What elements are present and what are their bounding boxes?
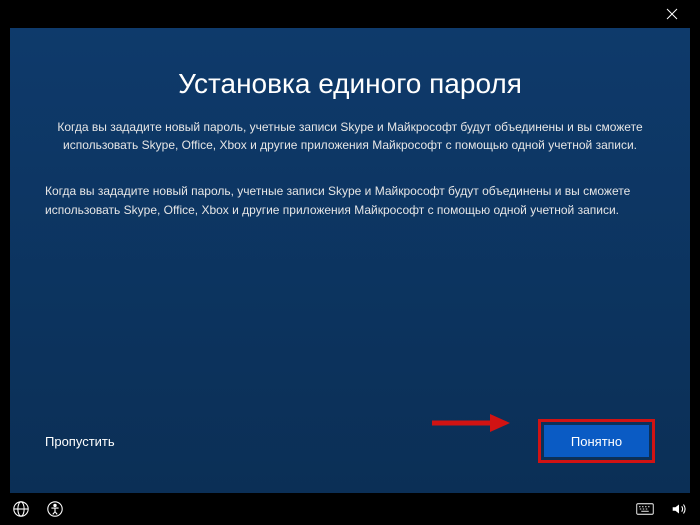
close-button[interactable] xyxy=(652,0,692,28)
skip-button[interactable]: Пропустить xyxy=(45,434,115,449)
keyboard-icon xyxy=(636,500,654,518)
language-button[interactable] xyxy=(12,500,30,518)
accessibility-button[interactable] xyxy=(46,500,64,518)
close-icon xyxy=(666,8,678,20)
accessibility-icon xyxy=(46,500,64,518)
action-row: Пропустить Понятно xyxy=(40,419,660,473)
taskbar xyxy=(0,493,700,525)
globe-icon xyxy=(12,500,30,518)
volume-icon xyxy=(670,500,688,518)
volume-button[interactable] xyxy=(670,500,688,518)
titlebar xyxy=(0,0,700,28)
primary-button[interactable]: Понятно xyxy=(544,425,649,457)
page-subheading: Когда вы зададите новый пароль, учетные … xyxy=(40,118,660,154)
keyboard-button[interactable] xyxy=(636,500,654,518)
page-body: Когда вы зададите новый пароль, учетные … xyxy=(40,182,660,220)
page-title: Установка единого пароля xyxy=(40,68,660,100)
setup-panel: Установка единого пароля Когда вы задади… xyxy=(10,28,690,493)
highlight-box: Понятно xyxy=(538,419,655,463)
